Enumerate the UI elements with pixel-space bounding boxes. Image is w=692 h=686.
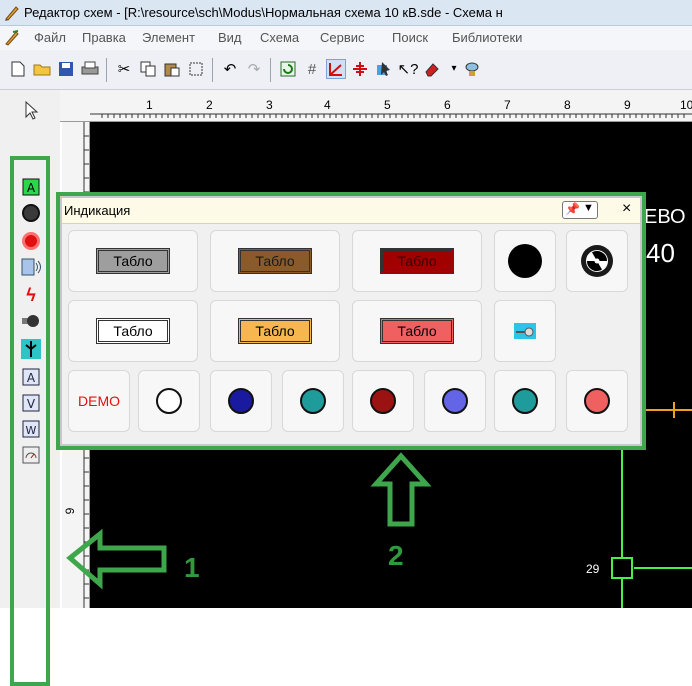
ruler-number: 5 <box>384 98 391 112</box>
ruler-number: 6 <box>62 507 77 515</box>
cut-icon[interactable]: ✂ <box>114 59 134 79</box>
toolbar: ✂ ↶ ↷ # ↖? ▾ <box>0 50 692 90</box>
ruler-number: 10 <box>680 98 692 112</box>
menu-element[interactable]: Элемент <box>142 30 195 45</box>
grid-icon[interactable]: # <box>302 59 322 79</box>
paste-icon[interactable] <box>162 59 182 79</box>
toolbar-separator <box>270 58 271 82</box>
cell-element-icon[interactable] <box>20 338 42 360</box>
menu-libraries[interactable]: Библиотеки <box>452 30 522 45</box>
menu-service[interactable]: Сервис <box>320 30 365 45</box>
app-menu-icon[interactable] <box>4 30 20 46</box>
gauge-icon[interactable] <box>20 444 42 466</box>
toolbar-separator <box>106 58 107 82</box>
eraser-icon[interactable] <box>422 59 442 79</box>
toolbar-separator <box>212 58 213 82</box>
arrow-up-icon <box>370 452 432 527</box>
title-bar: Редактор схем - [R:\resource\sch\Modus\Н… <box>0 0 692 26</box>
orthogonal-line-icon[interactable] <box>326 59 346 79</box>
svg-text:A: A <box>27 371 36 385</box>
svg-text:A: A <box>27 181 36 195</box>
schematic-node[interactable] <box>611 557 633 579</box>
chevron-down-icon[interactable]: ▾ <box>444 59 464 79</box>
sensor-icon[interactable] <box>20 310 42 332</box>
red-lamp-icon[interactable] <box>20 230 42 252</box>
panel-highlight-frame <box>56 192 646 450</box>
window-title: Редактор схем - [R:\resource\sch\Modus\Н… <box>24 5 503 20</box>
arrow-left-icon <box>66 528 167 590</box>
voltmeter-icon[interactable]: V <box>20 392 42 414</box>
copy-icon[interactable] <box>138 59 158 79</box>
select-tool-icon[interactable] <box>374 59 394 79</box>
redo-icon[interactable]: ↷ <box>244 59 264 79</box>
ruler-number: 9 <box>624 98 631 112</box>
annotation-number-1: 1 <box>184 552 200 583</box>
ruler-number: 4 <box>324 98 331 112</box>
wattmeter-icon[interactable]: W <box>20 418 42 440</box>
menu-bar: Файл Правка Элемент Вид Схема Сервис Пои… <box>0 26 692 50</box>
undo-icon[interactable]: ↶ <box>220 59 240 79</box>
open-folder-icon[interactable] <box>32 59 52 79</box>
menu-edit[interactable]: Правка <box>82 30 126 45</box>
ruler-number: 7 <box>504 98 511 112</box>
help-pointer-icon[interactable]: ↖? <box>398 59 419 79</box>
element-palette: A ϟ A V W <box>0 90 60 686</box>
ruler-number: 8 <box>564 98 571 112</box>
refresh-icon[interactable] <box>278 59 298 79</box>
crosshair-icon[interactable] <box>350 59 370 79</box>
indication-palette-button[interactable]: A <box>20 176 42 198</box>
new-file-icon[interactable] <box>8 59 28 79</box>
ruler-number: 2 <box>206 98 213 112</box>
device-signal-icon[interactable] <box>20 256 42 278</box>
pointer-icon[interactable] <box>22 100 40 122</box>
lightning-icon[interactable]: ϟ <box>20 284 42 306</box>
annotation-number-2: 2 <box>388 540 404 571</box>
node-label: 29 <box>586 562 600 576</box>
save-icon[interactable] <box>56 59 76 79</box>
horizontal-ruler: 1 2 3 4 5 6 7 8 9 10 <box>60 90 692 122</box>
ruler-number: 1 <box>146 98 153 112</box>
menu-scheme[interactable]: Схема <box>260 30 299 45</box>
print-icon[interactable] <box>80 59 100 79</box>
svg-text:W: W <box>26 424 37 437</box>
menu-view[interactable]: Вид <box>218 30 242 45</box>
group-icon[interactable] <box>186 59 206 79</box>
shape-tool-icon[interactable] <box>462 59 482 79</box>
ammeter-icon[interactable]: A <box>20 366 42 388</box>
app-icon <box>5 6 19 21</box>
menu-search[interactable]: Поиск <box>392 30 428 45</box>
menu-file[interactable]: Файл <box>34 30 66 45</box>
ruler-number: 3 <box>266 98 273 112</box>
ruler-number: 6 <box>444 98 451 112</box>
svg-text:V: V <box>27 397 36 411</box>
gray-lamp-icon[interactable] <box>20 202 42 224</box>
